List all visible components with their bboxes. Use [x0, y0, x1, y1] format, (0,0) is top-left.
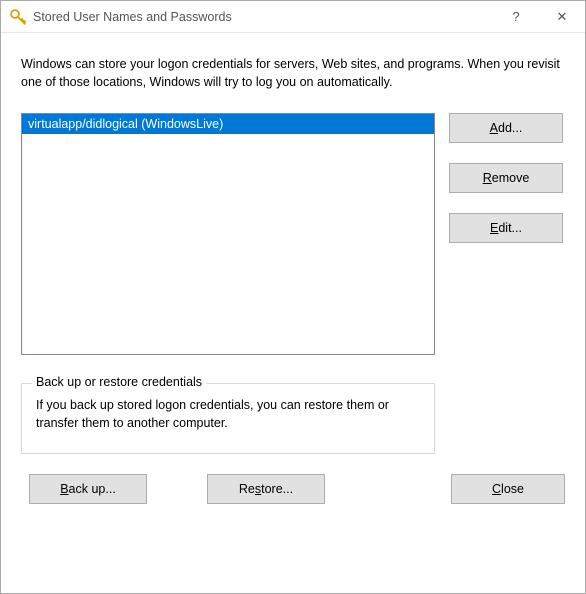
close-window-button[interactable]: ✕: [539, 1, 585, 33]
edit-button[interactable]: Edit...: [449, 213, 563, 243]
groupbox-text: If you back up stored logon credentials,…: [36, 396, 420, 432]
help-glyph: ?: [512, 9, 519, 24]
groupbox-title: Back up or restore credentials: [32, 375, 206, 389]
title-bar: Stored User Names and Passwords ? ✕: [1, 1, 585, 33]
intro-text: Windows can store your logon credentials…: [21, 55, 565, 91]
window-title: Stored User Names and Passwords: [27, 10, 493, 24]
backup-restore-group: Back up or restore credentials If you ba…: [21, 383, 435, 453]
remove-button[interactable]: Remove: [449, 163, 563, 193]
bottom-row: Back up... Restore... Close: [21, 474, 565, 504]
side-buttons: Add... Remove Edit...: [449, 113, 563, 355]
close-icon: ✕: [557, 9, 568, 25]
key-icon: [9, 8, 27, 26]
credentials-listbox[interactable]: virtualapp/didlogical (WindowsLive): [21, 113, 435, 355]
help-button[interactable]: ?: [493, 1, 539, 33]
backup-button[interactable]: Back up...: [29, 474, 147, 504]
add-button[interactable]: Add...: [449, 113, 563, 143]
credential-item[interactable]: virtualapp/didlogical (WindowsLive): [22, 114, 434, 134]
main-row: virtualapp/didlogical (WindowsLive) Add.…: [21, 113, 565, 355]
dialog-content: Windows can store your logon credentials…: [1, 33, 585, 524]
close-button[interactable]: Close: [451, 474, 565, 504]
restore-button[interactable]: Restore...: [207, 474, 325, 504]
